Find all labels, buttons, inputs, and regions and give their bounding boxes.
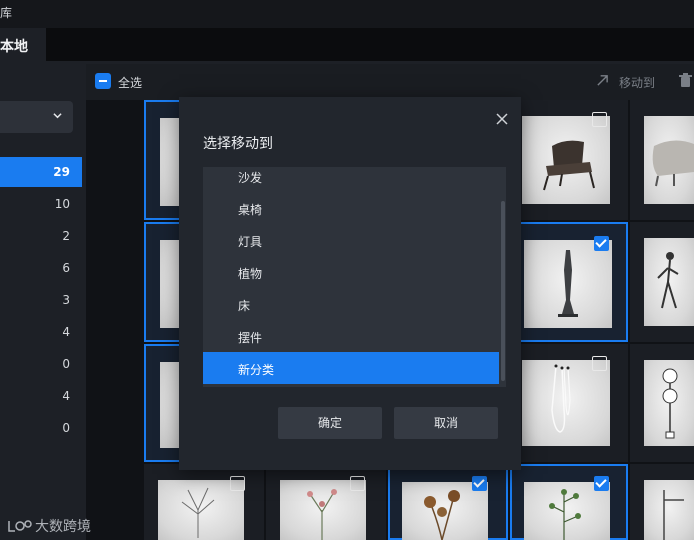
select-all-label[interactable]: 全选 — [118, 74, 142, 91]
asset-checkbox[interactable] — [472, 476, 487, 491]
asset-checkbox[interactable] — [592, 112, 607, 127]
figure-sculpture-icon — [657, 252, 679, 309]
asset-tile[interactable] — [508, 344, 628, 462]
watermark-logo-icon — [8, 520, 32, 532]
category-list: 沙发 桌椅 灯具 植物 床 摆件 新分类 — [203, 167, 506, 387]
list-item[interactable]: 灯具 — [203, 224, 499, 256]
list-item[interactable]: 沙发 — [203, 167, 499, 192]
asset-tile[interactable] — [630, 464, 694, 540]
move-arrow-icon[interactable] — [596, 74, 609, 87]
sidebar-item-count[interactable]: 4 — [0, 381, 82, 411]
list-item[interactable]: 植物 — [203, 256, 499, 288]
close-icon[interactable] — [495, 112, 509, 126]
move-to-dialog: 选择移动到 沙发 桌椅 灯具 植物 床 摆件 新分类 确定 取消 — [179, 97, 521, 470]
sidebar-item-count[interactable]: 0 — [0, 349, 82, 379]
title-bar: 库 — [0, 0, 694, 28]
asset-tile[interactable] — [510, 464, 628, 540]
search-input[interactable] — [46, 28, 694, 61]
sidebar-item-count[interactable]: 3 — [0, 285, 82, 315]
select-all-checkbox[interactable] — [95, 73, 111, 89]
dialog-title: 选择移动到 — [203, 136, 273, 152]
lounge-chair-icon — [652, 140, 694, 187]
asset-thumbnail — [644, 480, 694, 540]
cancel-button[interactable]: 取消 — [394, 407, 498, 439]
asset-tile[interactable] — [508, 100, 628, 220]
armchair-icon — [543, 140, 595, 191]
sidebar-item-count[interactable]: 10 — [0, 189, 82, 219]
window-title: 库 — [0, 6, 13, 20]
asset-checkbox[interactable] — [592, 356, 607, 371]
asset-tile[interactable] — [630, 222, 694, 342]
asset-checkbox[interactable] — [594, 236, 609, 251]
asset-thumbnail — [644, 116, 694, 204]
sculpture-icon — [558, 250, 578, 317]
list-item-selected[interactable]: 新分类 — [203, 352, 499, 384]
sidebar-item-count[interactable]: 0 — [0, 413, 82, 443]
asset-checkbox[interactable] — [350, 476, 365, 491]
stand-icon — [663, 490, 684, 540]
watermark-text: 大数跨境 — [35, 519, 91, 535]
watermark: 大数跨境 — [7, 516, 91, 536]
asset-tile[interactable] — [508, 222, 628, 342]
list-scrollbar[interactable] — [501, 201, 505, 381]
move-to-button[interactable]: 移动到 — [619, 74, 655, 91]
asset-thumbnail — [524, 240, 612, 328]
asset-checkbox[interactable] — [594, 476, 609, 491]
trash-icon[interactable] — [679, 73, 692, 88]
confirm-button[interactable]: 确定 — [278, 407, 382, 439]
header-title[interactable]: 本地 — [0, 36, 28, 56]
asset-checkbox[interactable] — [230, 476, 245, 491]
asset-tile[interactable] — [388, 464, 508, 540]
asset-thumbnail — [644, 238, 694, 326]
asset-thumbnail — [522, 116, 610, 204]
asset-thumbnail — [644, 360, 694, 446]
category-dropdown[interactable] — [0, 101, 73, 133]
list-item[interactable]: 摆件 — [203, 320, 499, 352]
chevron-down-icon — [53, 113, 62, 119]
sidebar-item-count[interactable]: 4 — [0, 317, 82, 347]
asset-tile[interactable] — [144, 464, 264, 540]
floor-lamp-icon — [662, 368, 678, 439]
asset-tile[interactable] — [630, 344, 694, 462]
sidebar-item-count[interactable]: 2 — [0, 221, 82, 251]
asset-thumbnail — [522, 360, 610, 446]
asset-tile[interactable] — [266, 464, 386, 540]
list-item[interactable]: 桌椅 — [203, 192, 499, 224]
sidebar-item-count[interactable]: 6 — [0, 253, 82, 283]
asset-tile[interactable] — [630, 100, 694, 220]
sidebar-item-count[interactable]: 29 — [0, 157, 82, 187]
pendant-lamp-icon — [551, 364, 571, 433]
list-item[interactable]: 床 — [203, 288, 499, 320]
